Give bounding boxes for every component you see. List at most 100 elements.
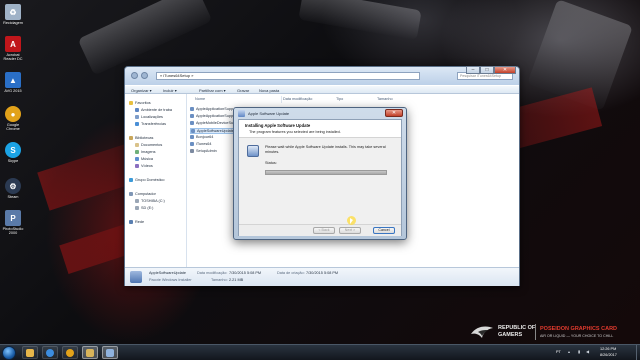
desktop-icon-photostudio[interactable]: P PhotoStudio 2000 (0, 210, 26, 236)
nav-label: Vídeos (141, 164, 153, 168)
column-name[interactable]: Nome (195, 97, 205, 101)
taskbar-app-chrome[interactable] (62, 346, 78, 359)
library-icon (129, 136, 133, 140)
nav-favorites[interactable]: Favoritos (129, 101, 151, 105)
nav-computer[interactable]: Computador (129, 192, 156, 196)
rog-line-1: REPUBLIC OF (498, 325, 536, 331)
taskbar-app-installer[interactable] (102, 346, 118, 359)
next-button[interactable]: Next > (339, 227, 361, 234)
nav-videos[interactable]: Vídeos (135, 164, 153, 168)
column-date[interactable]: Data modificação (283, 97, 312, 101)
details-pane: AppleSoftwareUpdate Pacote Windows Insta… (125, 267, 519, 286)
progress-fill (266, 171, 386, 174)
folder-icon (86, 348, 94, 357)
dialog-message: Please wait while Apple Software Update … (265, 145, 386, 154)
address-bar[interactable]: « iTunes64Setup » (156, 72, 420, 80)
details-created-label: Data de criação: (277, 271, 305, 275)
file-name: AppleApplicationSupp (196, 114, 234, 118)
nav-documents[interactable]: Documentos (135, 143, 162, 147)
taskbar-app-explorer[interactable] (22, 346, 38, 359)
share-menu[interactable]: Partilhar com ▾ (199, 88, 226, 93)
desktop-icon-steam[interactable]: ⚙ Steam (0, 178, 26, 199)
installer-package-icon (190, 142, 194, 146)
navigation-pane: Favoritos Ambiente de traba Localizações… (125, 94, 187, 267)
file-name: AppleSoftwareUpdate (197, 129, 234, 133)
setup-exe-icon (190, 149, 194, 153)
brand-tagline: AIR OR LIQUID — YOUR CHOICE TO CHILL (540, 334, 614, 338)
avg-icon: ▲ (5, 72, 21, 88)
nav-label: Ambiente de traba (141, 108, 173, 112)
nav-downloads[interactable]: Transferências (135, 122, 166, 126)
desktop-icon-chrome[interactable]: ● Google Chrome (0, 106, 26, 132)
explorer-title-bar[interactable]: « iTunes64Setup » Pesquisar iTunes64Setu… (125, 66, 519, 85)
installer-package-icon (190, 114, 194, 118)
desktop-icon-acrobat[interactable]: A Acrobat Reader DC (0, 36, 26, 62)
back-button[interactable]: < Back (313, 227, 335, 234)
cancel-button[interactable]: Cancel (373, 227, 395, 234)
chrome-icon: ● (5, 106, 21, 122)
organize-menu[interactable]: Organizar ▾ (131, 88, 152, 93)
taskbar-app-explorer-window[interactable] (82, 346, 98, 359)
start-button[interactable] (2, 346, 16, 360)
star-icon (129, 101, 133, 105)
dialog-heading: Installing Apple Software Update (245, 123, 311, 128)
file-name: Bonjour64 (196, 135, 214, 139)
computer-icon (129, 192, 133, 196)
tray-expand-icon[interactable]: ▴ (568, 349, 570, 354)
installer-computer-icon (247, 145, 259, 157)
desktop-icon-recycle-bin[interactable]: ♻ Reciclagem (0, 4, 26, 25)
close-button[interactable]: ✕ (494, 66, 516, 74)
desktop-icon-skype[interactable]: S Skype (0, 142, 26, 163)
language-indicator[interactable]: PT (556, 350, 561, 354)
forward-arrow-icon[interactable] (141, 72, 148, 79)
nav-label: Imagens (141, 150, 156, 154)
installer-package-icon (190, 107, 194, 111)
media-player-icon (46, 348, 54, 357)
images-icon (135, 150, 139, 154)
clock-time[interactable]: 12:26 PM (600, 347, 616, 351)
burn-button[interactable]: Gravar (237, 88, 249, 93)
details-size-value: 2.21 MB (229, 278, 244, 282)
install-progress-bar (265, 170, 387, 175)
nav-music[interactable]: Música (135, 157, 153, 161)
back-arrow-icon[interactable] (131, 72, 138, 79)
network-tray-icon[interactable]: ▮ (578, 349, 580, 354)
apple-software-update-dialog[interactable]: Apple Software Update ✕ Installing Apple… (233, 107, 407, 240)
include-menu[interactable]: Incluir ▾ (163, 88, 177, 93)
desktop-icon-avg[interactable]: ▲ AVG 2015 (0, 72, 26, 93)
column-size[interactable]: Tamanho (377, 97, 393, 101)
desktop-icon-label: Google Chrome (6, 123, 20, 132)
dialog-footer: < Back Next > Cancel (239, 224, 401, 236)
nav-images[interactable]: Imagens (135, 150, 156, 154)
nav-label: TOSHIBA (C:) (141, 199, 165, 203)
nav-label: Rede (135, 220, 145, 224)
nav-places[interactable]: Localizações (135, 115, 163, 119)
nav-drive-c[interactable]: TOSHIBA (C:) (135, 199, 165, 203)
minimize-button[interactable]: – (466, 66, 480, 74)
status-label: Status: (265, 161, 277, 165)
places-icon (135, 115, 139, 119)
window-controls: – □ ✕ (466, 66, 516, 74)
nav-label: Música (141, 157, 154, 161)
new-folder-button[interactable]: Nova pasta (259, 88, 279, 93)
details-file-type: Pacote Windows Installer (149, 278, 192, 282)
desktop-icon-label: Reciclagem (3, 21, 23, 25)
nav-drive-d[interactable]: SD (E:) (135, 206, 153, 210)
desktop-icon-label: Steam (7, 195, 19, 199)
taskbar-app-media-player[interactable] (42, 346, 58, 359)
nav-label: Documentos (141, 143, 163, 147)
maximize-button[interactable]: □ (480, 66, 494, 74)
desktop-icon-label: AVG 2015 (4, 89, 22, 93)
show-desktop-button[interactable] (636, 345, 640, 360)
volume-tray-icon[interactable]: ◀ (586, 349, 589, 354)
column-type[interactable]: Tipo (336, 97, 343, 101)
clock-date[interactable]: 8/26/2017 (600, 353, 617, 357)
download-icon (135, 122, 139, 126)
nav-network[interactable]: Rede (129, 220, 144, 224)
file-name: SetupAdmin (196, 149, 217, 153)
nav-homegroup[interactable]: Grupo Doméstico (129, 178, 165, 182)
nav-desktop[interactable]: Ambiente de traba (135, 108, 172, 112)
dialog-close-button[interactable]: ✕ (385, 109, 403, 117)
details-modified-label: Data modificação: (197, 271, 228, 275)
nav-libraries[interactable]: Bibliotecas (129, 136, 153, 140)
